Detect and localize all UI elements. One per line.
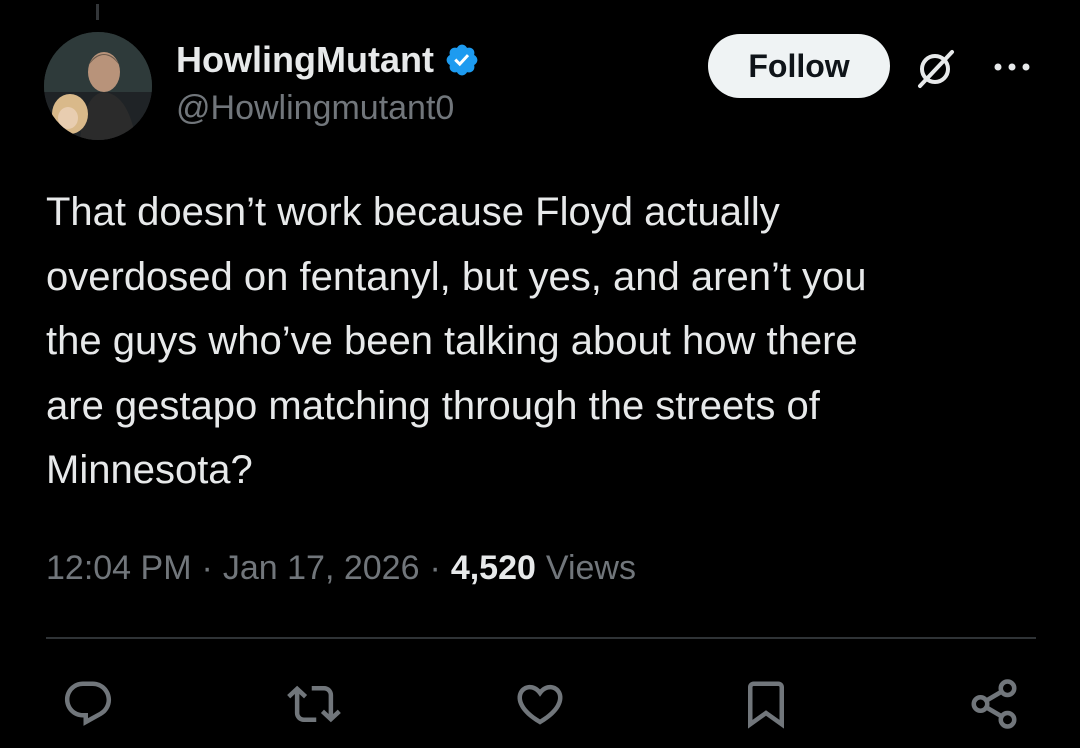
like-icon[interactable] [512,676,568,732]
divider [46,637,1036,639]
avatar[interactable] [44,32,152,140]
author-name-row: HowlingMutant [176,38,480,82]
retweet-icon[interactable] [286,676,342,732]
grok-icon[interactable] [912,44,960,92]
share-icon[interactable] [966,676,1022,732]
author-display-name[interactable]: HowlingMutant [176,38,434,82]
tweet-date[interactable]: Jan 17, 2026 [223,546,420,590]
tweet-text: That doesn’t work because Floyd actually… [46,190,867,492]
verified-badge-icon[interactable] [444,42,480,78]
tweet-meta: 12:04 PM · Jan 17, 2026 · 4,520 Views [46,546,636,590]
views-label: Views [545,549,636,587]
follow-button[interactable]: Follow [708,34,890,98]
bookmark-icon[interactable] [738,676,794,732]
more-options-icon[interactable] [990,52,1034,82]
views-count: 4,520 [450,549,536,587]
thread-connector-line [96,4,99,20]
author-block: HowlingMutant @Howlingmutant0 [176,38,480,130]
tweet-time[interactable]: 12:04 PM [46,546,192,590]
author-handle[interactable]: @Howlingmutant0 [176,86,480,130]
meta-separator: · [429,549,441,587]
meta-separator: · [201,549,213,587]
reply-icon[interactable] [60,676,116,732]
